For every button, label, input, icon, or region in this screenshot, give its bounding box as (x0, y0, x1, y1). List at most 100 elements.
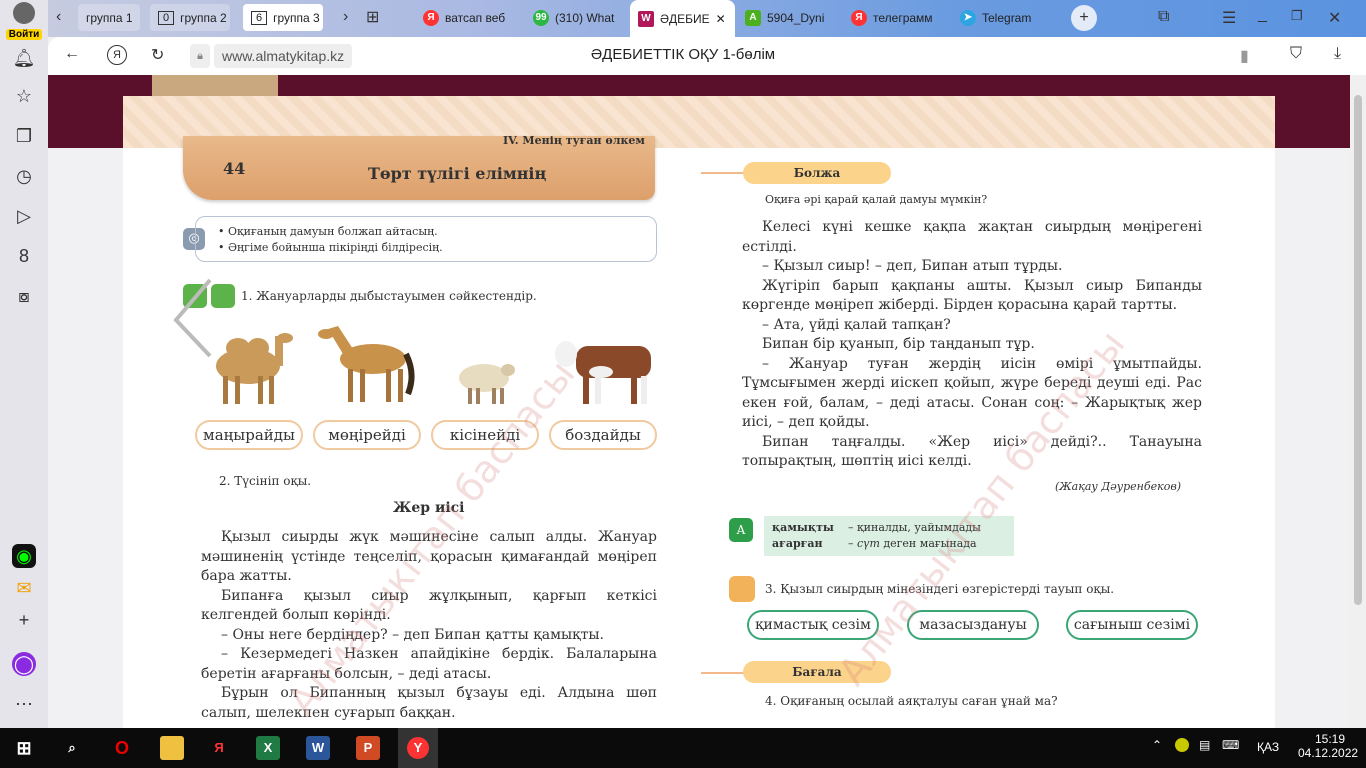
mail-icon[interactable]: ✉ (12, 576, 36, 600)
gloss-em: сүт (857, 537, 880, 550)
paragraph: – Қызыл сиыр! – деп, Бипан атып тұрды. (762, 258, 1063, 274)
a-icon: A (745, 9, 761, 26)
clock[interactable]: 15:19 04.12.2022 (1298, 732, 1358, 760)
sound-chip[interactable]: боздайды (549, 420, 657, 450)
sheep-image (459, 364, 515, 404)
paragraph: – Жануар туған жердің иісін өмірі ұмытпа… (742, 355, 1202, 431)
previous-page-arrow-icon[interactable] (172, 278, 212, 358)
download-icon[interactable]: ⤓ (1334, 45, 1341, 63)
assistant-icon[interactable]: ◯ (12, 652, 36, 676)
yandex-icon: Я (423, 9, 439, 26)
book-spread: IV. Менің туған өлкем 44 Төрт түлігі елі… (123, 96, 1275, 728)
play-icon[interactable]: ▷ (12, 204, 36, 228)
divider (701, 672, 746, 674)
task-1: 1. Жануарларды дыбыстауымен сәйкестендір… (241, 289, 537, 303)
tabgroups-prev-icon[interactable]: ‹ (56, 8, 61, 26)
avatar-icon (13, 2, 35, 24)
add-icon[interactable]: + (12, 608, 36, 632)
tab-group-3[interactable]: 6 группа 3 (243, 4, 323, 31)
close-tab-icon[interactable]: ✕ (716, 12, 726, 26)
bookmark-icon[interactable]: ▮ (1240, 46, 1249, 66)
opera-icon[interactable]: O (110, 736, 134, 760)
paragraph: Бипан таңғалды. «Жер иісі» дейді?.. Тана… (742, 433, 1202, 470)
paragraph: – Кезермедегі Назкен апайдікіне бердік. … (201, 646, 657, 682)
paragraph: Бипанға қызыл сиыр жұлқынып, қарғып кетк… (201, 587, 657, 624)
predict-question: Оқиға әрі қарай қалай дамуы мүмкін? (765, 193, 988, 206)
tab-whatsapp-search[interactable]: Яватсап веб (415, 4, 525, 31)
star-icon[interactable]: ☆ (12, 84, 36, 108)
protect-icon[interactable]: ⛉ (1290, 45, 1302, 63)
divider (701, 172, 746, 174)
goals-box: • Оқиғаның дамуын болжап айтасың. • Әңгі… (195, 216, 657, 262)
magnifier-book-icon (729, 576, 755, 602)
counter-icon[interactable]: 8 (12, 244, 36, 268)
trait-chip[interactable]: сағыныш сезімі (1066, 610, 1198, 640)
telegram-icon: ➤ (960, 9, 976, 26)
tab-telegram[interactable]: ➤ Telegram (952, 4, 1057, 31)
new-tab-button[interactable]: + (1071, 5, 1097, 31)
sound-chip[interactable]: маңырайды (195, 420, 303, 450)
excel-icon[interactable]: X (256, 736, 280, 760)
login-button[interactable]: Войти (4, 2, 44, 42)
yandex-icon: Я (851, 9, 867, 26)
tray-app-icon[interactable] (1175, 738, 1189, 752)
horse-image (318, 326, 415, 402)
gloss-word: қамықты (772, 521, 834, 534)
paragraph: – Оны неге бердіңдер? – деп Бипан қатты … (221, 626, 604, 643)
tab-whatsapp[interactable]: 99 (310) What (525, 4, 630, 31)
tab-active-book[interactable]: W ӘДЕБИЕ ✕ (630, 0, 735, 37)
tab-dynamics[interactable]: A 5904_Dyni (737, 4, 842, 31)
paragraph: Бұрын ол Бипанның қызыл бұзауы еді. Алды… (201, 685, 657, 721)
story-right-column: Келесі күні кешке қақпа жақтан сиырдың м… (742, 218, 1202, 472)
author: (Жақау Дәуренбеков) (1055, 480, 1182, 493)
previous-page-thumbnail[interactable] (152, 75, 278, 96)
alice-icon[interactable]: ◉ (12, 544, 36, 568)
sound-chip[interactable]: мөңірейді (313, 420, 421, 450)
paragraph: Келесі күні кешке қақпа жақтан сиырдың м… (742, 219, 1202, 255)
scrollbar-thumb[interactable] (1354, 95, 1362, 605)
tab-group-2[interactable]: 0 группа 2 (150, 4, 230, 31)
paragraph: – Ата, үйді қалай тапқан? (762, 316, 951, 333)
lesson-title: Төрт түлігі елімнің (368, 164, 547, 183)
date: 04.12.2022 (1298, 746, 1359, 760)
keyboard-icon[interactable]: ⌨ (1222, 738, 1239, 752)
yandex-browser-active-icon[interactable]: Y (398, 728, 438, 768)
task-2: 2. Түсініп оқы. (219, 474, 312, 488)
scrollbar[interactable] (1350, 75, 1366, 728)
notebook-icon (211, 284, 235, 308)
start-button[interactable]: ⊞ (12, 736, 36, 760)
search-icon[interactable]: ⌕ (60, 736, 84, 760)
close-window-button[interactable]: ✕ (1328, 8, 1341, 28)
goal: • Оқиғаның дамуын болжап айтасың. (218, 225, 438, 238)
new-group-icon[interactable]: ⊞ (366, 7, 379, 27)
tab-telegram-search[interactable]: Ятелеграмм (843, 4, 948, 31)
dictionary-icon: A (729, 518, 753, 542)
tab-group-1[interactable]: группа 1 (78, 4, 140, 31)
tray-expand-icon[interactable]: ⌃ (1152, 738, 1162, 752)
explorer-icon[interactable] (160, 736, 184, 760)
task-4: 4. Оқиғаның осылай аяқталуы саған ұнай м… (765, 694, 1058, 708)
whatsapp-icon: 99 (533, 9, 549, 26)
word-icon[interactable]: W (306, 736, 330, 760)
yandex-taskbar-icon[interactable]: Я (207, 736, 231, 760)
more-icon[interactable]: ⋯ (12, 692, 36, 716)
paragraph: Жүгіріп барып қақпаны ашты. Қызыл сиыр Б… (742, 277, 1202, 314)
goal: • Әңгіме бойынша пікіріңді білдіресің. (218, 241, 443, 254)
collections-icon[interactable]: ❐ (12, 124, 36, 148)
time: 15:19 (1314, 732, 1346, 746)
taskbar: ⊞ ⌕ O Я X W P Y ⌃ ▤ ⌨ ҚАЗ 15:19 04.12.202… (0, 728, 1366, 768)
camel-image (216, 333, 293, 404)
tabgroups-next-icon[interactable]: › (343, 8, 348, 26)
book-icon: W (638, 10, 654, 27)
menu-icon[interactable]: ☰ (1222, 8, 1236, 28)
screenshot-icon[interactable]: ⧇ (12, 284, 36, 308)
restore-button[interactable]: ❐ (1291, 8, 1303, 24)
history-icon[interactable]: ◷ (12, 164, 36, 188)
trait-chip[interactable]: мазасыздануы (907, 610, 1039, 640)
notification-icon[interactable]: ▤ (1199, 738, 1210, 752)
paragraph: Бипан бір қуанып, бір таңданып тұр. (762, 336, 1035, 352)
minimize-button[interactable]: _ (1258, 6, 1267, 24)
language-indicator[interactable]: ҚАЗ (1257, 740, 1279, 754)
powerpoint-icon[interactable]: P (356, 736, 380, 760)
bookmarks-icon[interactable]: ⧉ (1158, 8, 1169, 26)
